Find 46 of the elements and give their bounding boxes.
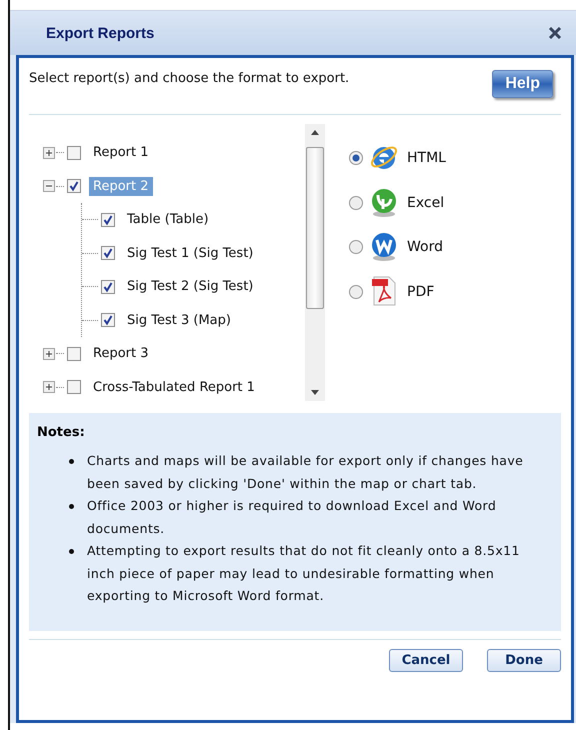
radio-button[interactable] — [349, 151, 363, 166]
format-label: HTML — [407, 150, 446, 166]
checkbox[interactable] — [67, 179, 81, 194]
radio-button[interactable] — [349, 196, 363, 210]
collapse-icon[interactable] — [43, 180, 55, 192]
note-text: Attempting to export results that do not fit cleanly onto a 8.5x11 inch piece of paper may lead to undesirable formatting when exporting to Microsoft Word format. — [87, 542, 521, 605]
instructions-text: Select report(s) and choose the format to export. — [29, 70, 350, 86]
scroll-thumb[interactable] — [306, 147, 324, 309]
close-icon[interactable] — [548, 27, 562, 39]
expand-icon[interactable] — [43, 381, 55, 394]
notes-title: Notes: — [37, 425, 86, 440]
help-button[interactable]: Help — [492, 70, 553, 98]
bullet-icon — [69, 549, 74, 554]
scroll-down-icon[interactable] — [311, 390, 319, 395]
format-label: PDF — [407, 284, 434, 300]
window-title: Export Reports — [46, 24, 154, 42]
note-text: Office 2003 or higher is required to download Excel and Word documents. — [87, 497, 498, 538]
format-label: Word — [407, 239, 443, 256]
radio-button[interactable] — [349, 240, 363, 254]
orb-icon — [369, 231, 399, 264]
checkbox[interactable] — [101, 246, 115, 260]
tree-item[interactable]: Report 1 — [89, 143, 152, 162]
note-text: Charts and maps will be available for export only if changes have been saved by clicking 'Done' within the map or chart tab. — [87, 452, 524, 493]
orb-icon — [369, 186, 399, 219]
checkbox[interactable] — [101, 280, 115, 294]
bullet-icon — [69, 504, 74, 509]
checkbox[interactable] — [67, 380, 81, 394]
expand-icon[interactable] — [43, 146, 55, 159]
tree-item[interactable]: Cross-Tabulated Report 1 — [89, 378, 259, 397]
tree-item[interactable]: Table (Table) — [123, 210, 213, 230]
tree-item[interactable]: Sig Test 1 (Sig Test) — [123, 244, 258, 263]
scroll-up-icon[interactable] — [311, 130, 319, 135]
checkbox[interactable] — [67, 146, 81, 160]
tree-item[interactable]: Report 3 — [89, 344, 152, 364]
scrollbar[interactable] — [305, 124, 325, 401]
expand-icon[interactable] — [43, 348, 55, 360]
dialog-button[interactable]: Done — [487, 649, 561, 672]
dialog-button[interactable]: Cancel — [389, 649, 463, 672]
checkbox[interactable] — [101, 313, 115, 328]
format-label: Excel — [407, 194, 444, 211]
bullet-icon — [69, 459, 74, 464]
checkbox[interactable] — [101, 212, 115, 227]
tree-item[interactable]: Sig Test 3 (Map) — [123, 310, 235, 330]
radio-button[interactable] — [349, 284, 363, 299]
tree-item[interactable]: Sig Test 2 (Sig Test) — [123, 277, 258, 296]
checkbox[interactable] — [67, 346, 81, 361]
